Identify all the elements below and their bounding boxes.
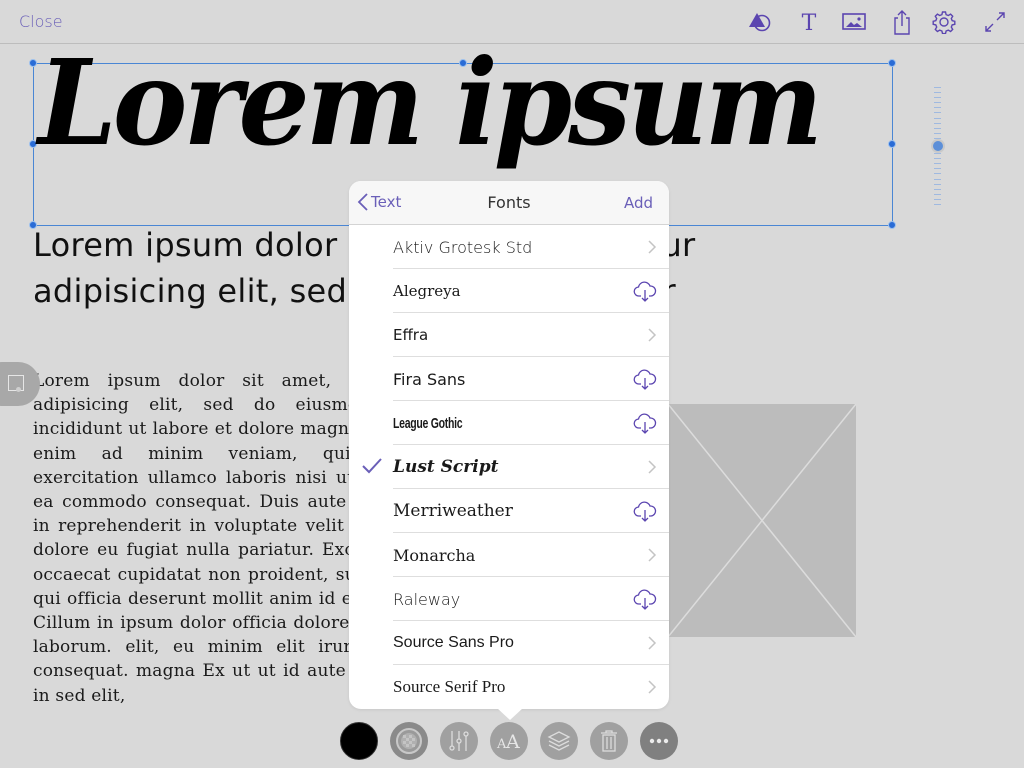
cloud-download-icon[interactable]: [633, 368, 657, 390]
chevron-right-icon: [633, 544, 657, 566]
slider-knob[interactable]: [933, 140, 943, 151]
font-name: Lust Script: [393, 457, 499, 477]
expand-icon[interactable]: [981, 8, 1009, 36]
font-row[interactable]: Fira Sans: [349, 357, 669, 401]
slider-tick: [934, 122, 941, 124]
slider-tick: [934, 92, 941, 94]
font-row[interactable]: Lust Script: [349, 445, 669, 489]
slider-tick: [934, 168, 941, 170]
font-name: Source Serif Pro: [393, 677, 506, 696]
font-row[interactable]: Source Sans Pro: [349, 621, 669, 665]
font-name: Aktiv Grotesk Std: [393, 237, 533, 257]
chevron-right-icon: [633, 632, 657, 654]
font-name: Monarcha: [393, 545, 476, 565]
checkmark-icon: [361, 457, 383, 480]
slider-tick: [934, 112, 941, 114]
add-button[interactable]: Add: [624, 194, 653, 212]
slider-tick: [934, 188, 941, 190]
sliders-icon: [449, 731, 469, 751]
frame-icon-dot: [16, 387, 21, 392]
cloud-download-icon[interactable]: [633, 500, 657, 522]
slider-tick: [934, 107, 941, 109]
share-icon[interactable]: [888, 8, 916, 36]
font-name: Effra: [393, 326, 429, 344]
svg-text:A: A: [505, 731, 520, 751]
fonts-popover: Text Fonts Add Aktiv Grotesk Std Alegreya…: [349, 181, 669, 709]
fill-pattern-button[interactable]: [390, 722, 428, 760]
resize-handle[interactable]: [888, 59, 896, 67]
popover-title: Fonts: [487, 193, 531, 212]
image-placeholder[interactable]: [668, 404, 856, 637]
slider-tick: [934, 198, 941, 200]
chevron-right-icon: [633, 236, 657, 258]
font-row[interactable]: League Gothic: [349, 401, 669, 445]
slider-tick: [934, 117, 941, 119]
more-icon: [649, 738, 669, 744]
svg-text:T: T: [802, 11, 817, 33]
resize-handle[interactable]: [29, 140, 37, 148]
layers-icon: [547, 731, 571, 751]
trash-icon: [601, 730, 617, 752]
cloud-download-icon[interactable]: [633, 588, 657, 610]
slider-tick: [934, 163, 941, 165]
font-name: Merriweather: [393, 501, 513, 521]
popover-header: Text Fonts Add: [349, 181, 669, 225]
font-name: Fira Sans: [393, 369, 466, 389]
font-size-icon: AA: [496, 731, 520, 751]
slider-tick: [934, 102, 941, 104]
chevron-right-icon: [633, 324, 657, 346]
slider-tick: [934, 204, 941, 205]
slider-tick: [934, 153, 941, 155]
pattern-icon: [396, 728, 422, 754]
image-icon[interactable]: [840, 8, 868, 36]
close-button[interactable]: Close: [19, 12, 63, 31]
font-name: Source Sans Pro: [393, 634, 514, 651]
resize-handle[interactable]: [29, 59, 37, 67]
font-row[interactable]: Raleway: [349, 577, 669, 621]
slider-tick: [934, 193, 941, 195]
more-button[interactable]: [640, 722, 678, 760]
delete-button[interactable]: [590, 722, 628, 760]
title-text[interactable]: Lorem ipsum: [38, 45, 823, 163]
font-row[interactable]: Effra: [349, 313, 669, 357]
layers-button[interactable]: [540, 722, 578, 760]
slider-tick: [934, 178, 941, 180]
popover-arrow: [497, 708, 523, 720]
shapes-icon[interactable]: [746, 8, 774, 36]
slider-tick: [934, 87, 941, 88]
font-row[interactable]: Source Serif Pro: [349, 665, 669, 709]
settings-icon[interactable]: [930, 8, 958, 36]
slider-tick: [934, 137, 941, 139]
slider-tick: [934, 158, 941, 160]
chevron-right-icon: [633, 676, 657, 698]
font-row[interactable]: Alegreya: [349, 269, 669, 313]
slider-tick: [934, 127, 941, 129]
adjustments-button[interactable]: [440, 722, 478, 760]
resize-handle[interactable]: [888, 221, 896, 229]
cloud-download-icon[interactable]: [633, 412, 657, 434]
chevron-right-icon: [633, 456, 657, 478]
text-icon[interactable]: T: [795, 8, 823, 36]
font-list: Aktiv Grotesk Std Alegreya Effra Fira Sans L…: [349, 225, 669, 709]
font-name: League Gothic: [393, 414, 463, 432]
font-name: Raleway: [393, 589, 461, 609]
slider-tick: [934, 173, 941, 175]
font-style-button[interactable]: AA: [490, 722, 528, 760]
slider-tick: [934, 183, 941, 185]
vertical-slider[interactable]: [930, 87, 946, 205]
cloud-download-icon[interactable]: [633, 280, 657, 302]
font-name: Alegreya: [393, 282, 461, 300]
color-swatch-button[interactable]: [340, 722, 378, 760]
resize-handle[interactable]: [888, 140, 896, 148]
slider-tick: [934, 132, 941, 134]
font-row[interactable]: Merriweather: [349, 489, 669, 533]
font-row[interactable]: Aktiv Grotesk Std: [349, 225, 669, 269]
slider-tick: [934, 97, 941, 99]
font-row[interactable]: Monarcha: [349, 533, 669, 577]
